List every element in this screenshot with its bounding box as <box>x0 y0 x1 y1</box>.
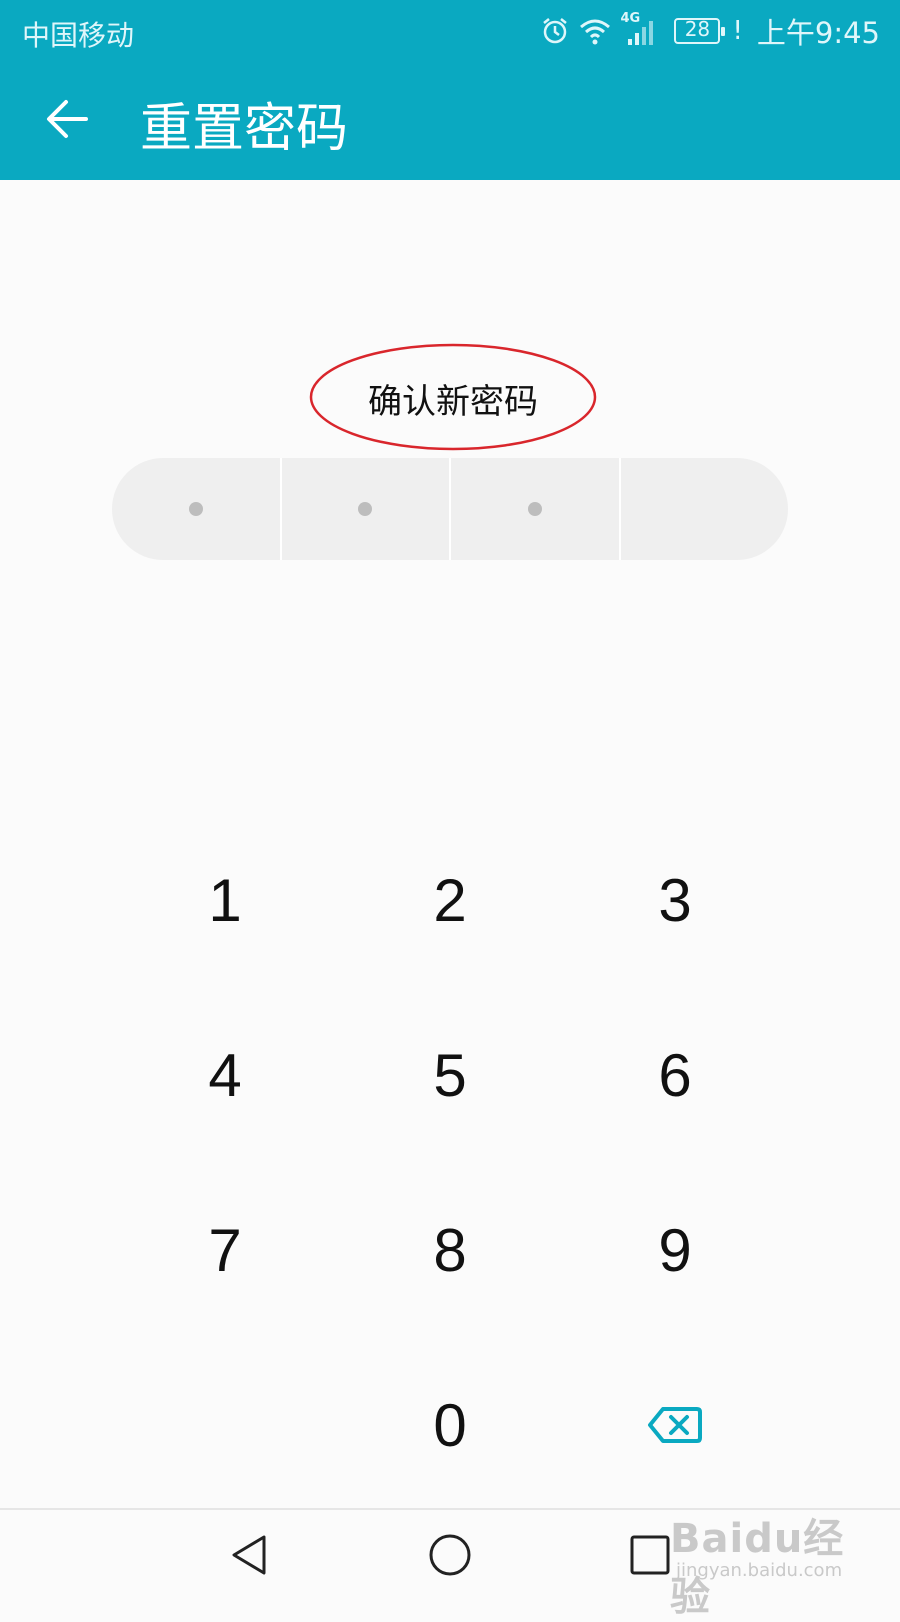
pin-cell <box>451 458 621 560</box>
battery-level: 28 <box>684 17 711 41</box>
pin-cell <box>112 458 282 560</box>
home-circle-icon <box>429 1534 471 1576</box>
alert-indicator: ! <box>732 16 743 46</box>
status-icons: 4G 28 ! 上午9:45 <box>540 11 880 50</box>
clock: 上午9:45 <box>756 16 880 50</box>
key-8[interactable]: 8 <box>375 1190 525 1310</box>
prompt-container: 确认新密码 <box>308 342 598 452</box>
pin-input[interactable] <box>112 458 788 560</box>
delete-button[interactable] <box>600 1365 750 1485</box>
alarm-icon <box>540 16 570 46</box>
pin-cell <box>282 458 451 560</box>
key-9[interactable]: 9 <box>600 1190 750 1310</box>
back-button[interactable] <box>32 84 102 154</box>
pin-cell <box>621 458 789 560</box>
key-6[interactable]: 6 <box>600 1015 750 1135</box>
status-bar: 中国移动 4G 28 ! 上午9:45 <box>0 0 900 62</box>
baidu-watermark: Baidu经验 jingyan.baidu.com <box>670 1498 860 1620</box>
key-2[interactable]: 2 <box>375 840 525 960</box>
wifi-icon <box>578 16 612 46</box>
arrow-left-icon <box>47 100 88 138</box>
page-title: 重置密码 <box>140 99 349 159</box>
key-4[interactable]: 4 <box>150 1015 300 1135</box>
signal-icon: 4G <box>620 11 660 47</box>
key-5[interactable]: 5 <box>375 1015 525 1135</box>
recents-square-icon <box>630 1535 670 1575</box>
watermark-url: jingyan.baidu.com <box>676 1560 843 1581</box>
nav-back-button[interactable] <box>210 1522 290 1588</box>
carrier-name: 中国移动 <box>22 19 135 52</box>
key-7[interactable]: 7 <box>150 1190 300 1310</box>
confirm-password-label: 确认新密码 <box>368 382 538 422</box>
key-0[interactable]: 0 <box>375 1365 525 1485</box>
back-triangle-icon <box>232 1535 266 1575</box>
key-1[interactable]: 1 <box>150 840 300 960</box>
key-3[interactable]: 3 <box>600 840 750 960</box>
pin-dot <box>188 502 203 516</box>
pin-dot <box>358 502 373 516</box>
app-header: 中国移动 4G 28 ! 上午9:45 重置密码 <box>0 0 900 180</box>
network-type: 4G <box>620 11 641 26</box>
pin-dot <box>527 502 542 516</box>
nav-home-button[interactable] <box>410 1522 490 1588</box>
backspace-icon <box>648 1407 702 1443</box>
battery-icon: 28 <box>674 17 726 44</box>
